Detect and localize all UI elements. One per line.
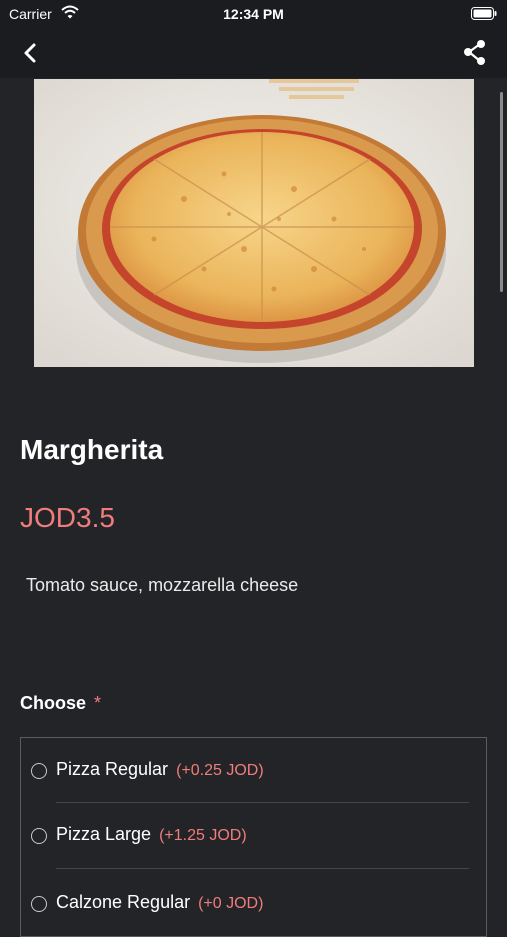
- product-name: Margherita: [20, 434, 164, 465]
- navigation-bar: [0, 28, 507, 78]
- option-price: (+0 JOD): [198, 895, 264, 912]
- status-time: 12:34 PM: [223, 6, 284, 22]
- option-label: Pizza Regular: [56, 759, 169, 779]
- options-list: Pizza Regular (+0.25 JOD) Pizza Large (+1.…: [20, 737, 487, 937]
- radio-button[interactable]: [31, 763, 47, 779]
- share-button[interactable]: [461, 38, 489, 68]
- option-label: Pizza Large: [56, 824, 152, 844]
- back-button[interactable]: [14, 38, 46, 68]
- chevron-left-icon: [24, 43, 36, 63]
- radio-button[interactable]: [31, 896, 47, 912]
- radio-button[interactable]: [31, 828, 47, 844]
- product-image: [34, 79, 474, 367]
- choose-label: Choose: [20, 693, 87, 713]
- product-price: JOD3.5: [20, 502, 115, 533]
- status-bar: Carrier 12:34 PM: [0, 0, 507, 28]
- scroll-indicator[interactable]: [500, 92, 503, 292]
- option-pizza-large[interactable]: Pizza Large (+1.25 JOD): [21, 804, 488, 868]
- divider: [56, 802, 469, 803]
- option-calzone-regular[interactable]: Calzone Regular (+0 JOD): [21, 872, 488, 936]
- option-price: (+0.25 JOD): [176, 762, 264, 779]
- product-description: Tomato sauce, mozzarella cheese: [26, 575, 299, 595]
- required-mark: *: [94, 693, 102, 713]
- share-icon: [464, 40, 485, 65]
- battery-icon: [471, 7, 497, 20]
- pizza-image: [34, 79, 474, 367]
- choose-section-title: Choose *: [20, 693, 101, 714]
- option-price: (+1.25 JOD): [159, 827, 247, 844]
- option-label: Calzone Regular: [56, 892, 191, 912]
- option-pizza-regular[interactable]: Pizza Regular (+0.25 JOD): [21, 739, 488, 803]
- divider: [56, 868, 469, 869]
